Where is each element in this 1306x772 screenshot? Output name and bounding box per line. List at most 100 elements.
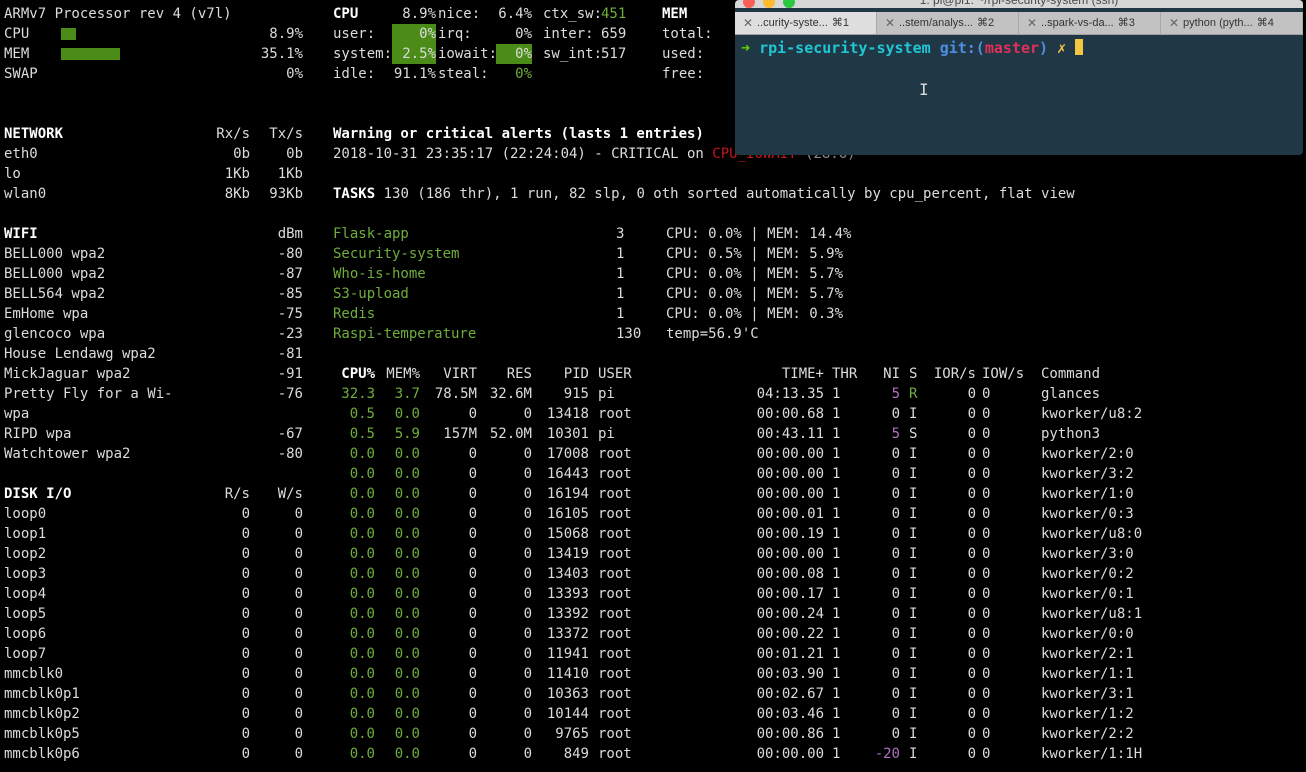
cell-thr: 1 <box>832 426 841 442</box>
cpu-idle-label: idle: <box>333 66 376 82</box>
cell-time: 00:02.67 <box>756 686 824 702</box>
cell-res: 0 <box>523 666 532 682</box>
cell-virt: 0 <box>468 746 477 762</box>
column-header-virt[interactable]: VIRT <box>425 364 477 384</box>
cell-virt: 0 <box>468 606 477 622</box>
cell-virt: 0 <box>468 466 477 482</box>
column-header-ior[interactable]: IOR/s <box>930 364 976 384</box>
cell-cmd: glances <box>1041 386 1101 402</box>
disk-read: 0 <box>241 526 250 542</box>
cell-ior: 0 <box>967 446 976 462</box>
disk-name: loop7 <box>4 646 47 662</box>
mem-total-label: total: <box>662 26 713 42</box>
wifi-signal: -75 <box>277 306 303 322</box>
cell-virt: 0 <box>468 446 477 462</box>
cell-pid: 13393 <box>546 586 589 602</box>
column-header-iow[interactable]: IOW/s <box>982 364 1024 384</box>
terminal-window[interactable]: 1. pi@pi1: ~/rpi-security-system (ssh) ✕… <box>735 0 1303 155</box>
amp-name: Security-system <box>333 246 460 262</box>
cell-ni: 0 <box>891 446 900 462</box>
text-cursor-icon: I <box>919 80 929 99</box>
cell-user: root <box>598 746 632 762</box>
column-header-mem[interactable]: MEM% <box>376 364 420 384</box>
wifi-ssid: BELL000 wpa2 <box>4 246 106 262</box>
cell-iow: 0 <box>982 666 991 682</box>
cell-ni: 0 <box>891 726 900 742</box>
network-title: NETWORK <box>4 126 64 142</box>
cell-iow: 0 <box>982 486 991 502</box>
column-header-cmd[interactable]: Command <box>1041 364 1100 384</box>
cell-pid: 13372 <box>546 626 589 642</box>
cell-cpu: 0.0 <box>349 566 375 582</box>
cell-mem: 0.0 <box>394 486 420 502</box>
cell-s: I <box>909 586 918 602</box>
terminal-tab-3[interactable]: ✕ ..spark-vs-da... ⌘3 <box>1019 12 1161 34</box>
network-tx: 1Kb <box>277 166 303 182</box>
disk-read: 0 <box>241 566 250 582</box>
cell-mem: 0.0 <box>394 546 420 562</box>
alerts-title: Warning or critical alerts (lasts 1 entr… <box>333 126 704 142</box>
cpu-nice-value: 6.4% <box>498 6 532 22</box>
terminal-tab-4[interactable]: ✕ python (pyth... ⌘4 <box>1161 12 1303 34</box>
cell-user: root <box>598 706 632 722</box>
disk-name: loop5 <box>4 606 47 622</box>
cell-thr: 1 <box>832 626 841 642</box>
quicklook-value: 8.9% <box>269 26 303 42</box>
terminal-tab-1[interactable]: ✕ ..curity-syste... ⌘1 <box>735 12 877 34</box>
cell-thr: 1 <box>832 446 841 462</box>
cell-cmd: kworker/u8:0 <box>1041 526 1143 542</box>
cell-res: 0 <box>523 646 532 662</box>
close-tab-icon[interactable]: ✕ <box>1027 12 1037 34</box>
cpu-ctx-label: ctx_sw: <box>543 6 603 22</box>
cell-cpu: 0.0 <box>349 466 375 482</box>
cell-user: pi <box>598 386 615 402</box>
cell-cpu: 0.0 <box>349 626 375 642</box>
terminal-title: 1. pi@pi1: ~/rpi-security-system (ssh) <box>735 0 1303 8</box>
cell-res: 0 <box>523 546 532 562</box>
cell-ior: 0 <box>967 746 976 762</box>
prompt-dirty-icon: ✗ <box>1057 39 1067 57</box>
column-header-thr[interactable]: THR <box>832 364 857 384</box>
cpu-user-value: 0% <box>419 26 436 42</box>
cell-user: root <box>598 526 632 542</box>
disk-name: loop0 <box>4 506 47 522</box>
close-tab-icon[interactable]: ✕ <box>885 12 895 34</box>
wifi-signal: -85 <box>277 286 303 302</box>
cell-cpu: 0.0 <box>349 666 375 682</box>
tab-label: python (pyth... <box>1183 17 1253 29</box>
cell-res: 0 <box>523 506 532 522</box>
column-header-ni[interactable]: NI <box>862 364 900 384</box>
close-tab-icon[interactable]: ✕ <box>1169 12 1179 34</box>
amp-count: 1 <box>616 266 625 282</box>
cell-thr: 1 <box>832 586 841 602</box>
cell-virt: 78.5M <box>434 386 477 402</box>
cell-user: root <box>598 726 632 742</box>
cell-pid: 13403 <box>546 566 589 582</box>
column-header-user[interactable]: USER <box>598 364 632 384</box>
cpu-inter-value: 659 <box>601 26 627 42</box>
amp-count: 1 <box>616 246 625 262</box>
column-header-cpu[interactable]: CPU% <box>325 364 375 384</box>
amp-name: Flask-app <box>333 226 409 242</box>
cell-user: root <box>598 466 632 482</box>
network-iface: wlan0 <box>4 186 47 202</box>
cell-iow: 0 <box>982 586 991 602</box>
cell-mem: 0.0 <box>394 466 420 482</box>
disk-read: 0 <box>241 606 250 622</box>
cpu-nice-label: nice: <box>438 6 481 22</box>
close-tab-icon[interactable]: ✕ <box>743 12 753 34</box>
cell-virt: 0 <box>468 646 477 662</box>
column-header-time[interactable]: TIME+ <box>740 364 824 384</box>
cell-pid: 13419 <box>546 546 589 562</box>
cell-s: I <box>909 706 918 722</box>
column-header-s[interactable]: S <box>909 364 917 384</box>
column-header-res[interactable]: RES <box>480 364 532 384</box>
cell-ni: 0 <box>891 506 900 522</box>
terminal-tab-2[interactable]: ✕ ..stem/analys... ⌘2 <box>877 12 1019 34</box>
cell-time: 00:00.00 <box>756 446 824 462</box>
column-header-pid[interactable]: PID <box>536 364 589 384</box>
cell-cmd: kworker/0:0 <box>1041 626 1134 642</box>
terminal-prompt[interactable]: ➜ rpi-security-system git:(master) ✗ <box>741 38 1084 58</box>
cell-mem: 0.0 <box>394 626 420 642</box>
cell-s: I <box>909 486 918 502</box>
